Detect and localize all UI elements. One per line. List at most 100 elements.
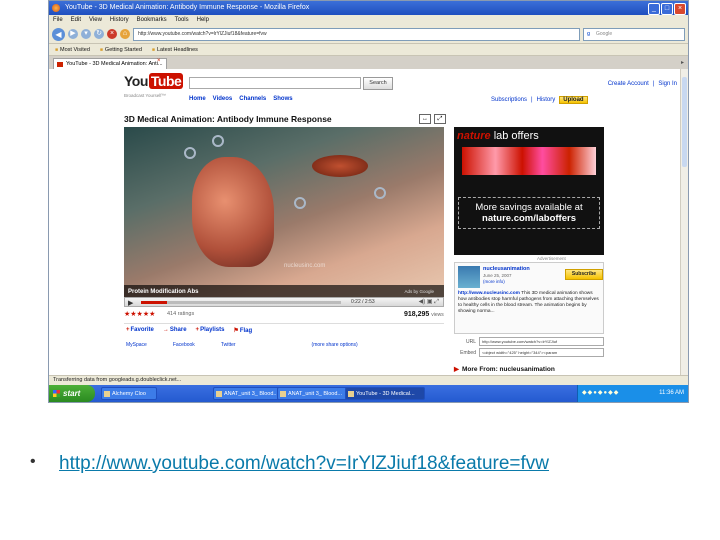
scrollbar-thumb[interactable] — [682, 77, 687, 167]
menu-bookmarks[interactable]: Bookmarks — [137, 15, 167, 25]
separator: | — [652, 81, 655, 87]
dropdown-icon[interactable]: ▾ — [81, 29, 91, 39]
url-row: URL http://www.youtube.com/watch?v=lrYlZ… — [454, 337, 604, 346]
tray-icons[interactable]: ◆◆●◆●◆◆ — [582, 389, 619, 396]
bookmark-latest-headlines[interactable]: Latest Headlines — [152, 47, 198, 53]
video-player[interactable]: nucleusinc.com Protein Modification Abs … — [124, 127, 444, 297]
search-input[interactable]: Google — [583, 27, 685, 41]
start-button[interactable]: start — [49, 385, 95, 402]
progress-fill — [141, 301, 167, 304]
nav-videos[interactable]: Videos — [213, 96, 233, 102]
youtube-logo[interactable]: You Tube — [124, 73, 184, 89]
browser-titlebar: YouTube - 3D Medical Animation: Antibody… — [49, 1, 688, 15]
more-from-section[interactable]: ▶ More From: nucleusanimation — [454, 365, 555, 373]
play-icon[interactable]: ▶ — [128, 299, 133, 307]
playlists-button[interactable]: +Playlists — [196, 327, 225, 334]
video-description: http://www.nucleusinc.com This 3D medica… — [458, 291, 599, 314]
ad-artwork — [462, 147, 596, 175]
nav-channels[interactable]: Channels — [239, 96, 266, 102]
video-link[interactable]: http://www.youtube.com/watch?v=IrYlZJiuf… — [59, 450, 679, 477]
upload-button[interactable]: Upload — [559, 96, 588, 104]
menu-tools[interactable]: Tools — [175, 15, 189, 25]
account-links: Create Account | Sign In — [608, 81, 677, 87]
subscribe-button[interactable]: Subscribe — [565, 269, 603, 280]
expand-icon[interactable]: ↔ — [419, 114, 431, 124]
menu-help[interactable]: Help — [197, 15, 209, 25]
home-icon[interactable]: ⌂ — [120, 29, 130, 39]
flag-button[interactable]: ⚑Flag — [233, 327, 252, 334]
video-watermark: nucleusinc.com — [284, 263, 326, 269]
minimize-icon[interactable]: _ — [648, 3, 660, 15]
status-bar: Transferring data from googleads.g.doubl… — [49, 375, 688, 385]
subscriptions-link[interactable]: Subscriptions — [491, 97, 527, 103]
close-icon[interactable]: × — [674, 3, 686, 15]
volume-fullscreen-icons[interactable]: ◀) ▣ ⤢ — [419, 298, 439, 306]
video-title: 3D Medical Animation: Antibody Immune Re… — [124, 114, 332, 124]
menu-view[interactable]: View — [89, 15, 102, 25]
antibody-shape — [212, 135, 224, 147]
advertisement-banner[interactable]: nature lab offers More savings available… — [454, 127, 604, 255]
bookmark-most-visited[interactable]: Most Visited — [55, 47, 90, 53]
firefox-icon — [52, 4, 60, 12]
more-info-link[interactable]: (more info) — [483, 279, 505, 284]
windows-taskbar: start Alchemy Cloo ANAT_unit 3_ Blood...… — [49, 385, 688, 402]
youtube-nav: Home Videos Channels Shows — [189, 96, 293, 102]
video-pathogen-shape — [312, 155, 368, 177]
more-share-options[interactable]: (more share options) — [312, 342, 358, 348]
task-item[interactable]: Alchemy Cloo — [101, 387, 157, 400]
share-button[interactable]: →Share — [163, 327, 187, 334]
tab-youtube[interactable]: YouTube - 3D Medical Animation: Anti... — [53, 58, 167, 69]
menu-bar: File Edit View History Bookmarks Tools H… — [49, 15, 688, 25]
video-url-field[interactable]: http://www.youtube.com/watch?v=lrYlZJiuf — [479, 337, 604, 346]
video-ad-caption[interactable]: Protein Modification Abs — [128, 289, 198, 295]
advertisement-label: Advertisement — [537, 256, 566, 261]
tab-list-icon[interactable]: ▸ — [681, 59, 684, 66]
channel-info: nucleusanimation June 25, 2007 (more inf… — [454, 262, 604, 334]
share-facebook[interactable]: Facebook — [173, 342, 195, 348]
progress-bar[interactable] — [141, 301, 341, 304]
task-item-active[interactable]: YouTube - 3D Medical... — [345, 387, 425, 400]
forward-icon[interactable]: ▶ — [68, 29, 78, 39]
maximize-icon[interactable]: □ — [661, 3, 673, 15]
share-twitter[interactable]: Twitter — [221, 342, 236, 348]
url-bar[interactable]: http://www.youtube.com/watch?v=lrYlZJiuf… — [133, 27, 580, 41]
youtube-tagline: Broadcast Yourself™ — [124, 93, 167, 98]
window-controls: _ □ × — [648, 3, 686, 15]
share-row: MySpace Facebook Twitter (more share opt… — [126, 342, 444, 348]
video-ad-overlay[interactable]: Protein Modification Abs Ads by Google — [124, 285, 444, 297]
view-count: 918,295 views — [404, 311, 444, 318]
separator: | — [531, 97, 533, 103]
channel-avatar[interactable] — [458, 266, 480, 288]
clock: 11:36 AM — [659, 390, 684, 396]
browser-screenshot: YouTube - 3D Medical Animation: Antibody… — [48, 0, 689, 403]
page-scrollbar[interactable] — [680, 69, 688, 375]
system-tray: ◆◆●◆●◆◆ 11:36 AM — [577, 385, 688, 402]
bullet-marker: • — [30, 453, 36, 470]
video-cell-shape — [192, 157, 274, 267]
window-title: YouTube - 3D Medical Animation: Antibody… — [65, 4, 310, 11]
sign-in-link[interactable]: Sign In — [658, 81, 677, 87]
reload-icon[interactable]: ↻ — [94, 29, 104, 39]
rating-stars[interactable]: ★★★★★ — [124, 310, 155, 318]
youtube-search-button[interactable]: Search — [363, 77, 393, 90]
tab-close-icon[interactable]: × — [157, 58, 161, 64]
menu-history[interactable]: History — [110, 15, 129, 25]
nav-home[interactable]: Home — [189, 96, 206, 102]
user-links: Subscriptions | History Upload — [491, 96, 588, 104]
youtube-page: You Tube Broadcast Yourself™ Search Home … — [49, 69, 683, 375]
youtube-search-input[interactable] — [189, 77, 361, 89]
history-link[interactable]: History — [537, 97, 556, 103]
menu-edit[interactable]: Edit — [71, 15, 81, 25]
stop-icon[interactable]: × — [107, 29, 117, 39]
embed-code-field[interactable]: <object width="425" height="344"><param — [479, 348, 604, 357]
bookmark-getting-started[interactable]: Getting Started — [100, 47, 142, 53]
bookmarks-toolbar: Most Visited Getting Started Latest Head… — [49, 44, 688, 56]
back-icon[interactable]: ◀ — [52, 27, 65, 41]
channel-name[interactable]: nucleusanimation — [483, 266, 530, 272]
popout-icon[interactable]: ⤢ — [434, 114, 446, 124]
create-account-link[interactable]: Create Account — [608, 81, 649, 87]
nav-shows[interactable]: Shows — [273, 96, 292, 102]
share-myspace[interactable]: MySpace — [126, 342, 147, 348]
menu-file[interactable]: File — [53, 15, 63, 25]
favorite-button[interactable]: +Favorite — [126, 327, 154, 334]
